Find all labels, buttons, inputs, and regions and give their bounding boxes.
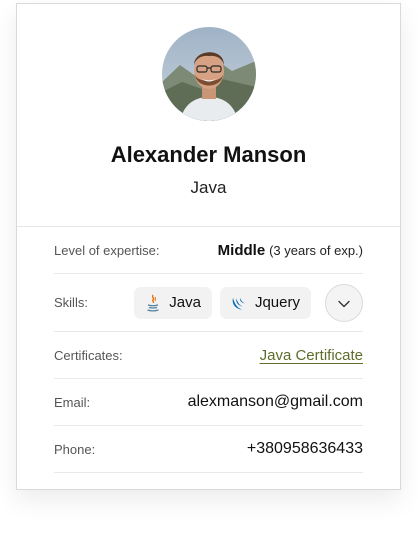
expertise-value: Middle (3 years of exp.): [218, 242, 363, 259]
phone-label: Phone:: [54, 441, 96, 457]
skills-label: Skills:: [54, 295, 88, 310]
profile-role: Java: [190, 178, 227, 197]
jquery-icon: [231, 294, 247, 312]
skill-chip-java[interactable]: Java: [134, 286, 212, 319]
skill-chip-jquery[interactable]: Jquery: [219, 286, 311, 319]
certificate-link[interactable]: Java Certificate: [260, 347, 363, 364]
chevron-down-icon: [338, 295, 350, 311]
avatar: [162, 27, 256, 121]
profile-name: Alexander Manson: [110, 142, 307, 167]
java-icon: [145, 294, 161, 312]
profile-card: Alexander Manson Java Level of expertise…: [16, 3, 401, 490]
expertise-label: Level of expertise:: [54, 242, 160, 258]
certificates-row: Certificates: Java Certificate: [54, 332, 363, 379]
email-value: alexmanson@gmail.com: [187, 393, 363, 410]
skill-label: Java: [169, 294, 201, 311]
expertise-level: Middle: [217, 241, 266, 259]
skills-row: Skills: Java Jquery: [54, 274, 363, 332]
skill-label: Jquery: [254, 294, 300, 311]
expand-skills-button[interactable]: [325, 283, 363, 322]
details-list: Level of expertise: Middle (3 years of e…: [54, 227, 363, 473]
profile-header: Alexander Manson Java: [17, 4, 400, 227]
phone-row: Phone: +380958636433: [54, 426, 363, 473]
expertise-years: (3 years of exp.): [269, 242, 363, 258]
phone-value: +380958636433: [246, 440, 363, 457]
skills-list: Java Jquery: [134, 283, 363, 322]
expertise-row: Level of expertise: Middle (3 years of e…: [54, 227, 363, 274]
email-row: Email: alexmanson@gmail.com: [54, 379, 363, 426]
certificates-label: Certificates:: [54, 347, 123, 363]
email-label: Email:: [54, 394, 91, 410]
